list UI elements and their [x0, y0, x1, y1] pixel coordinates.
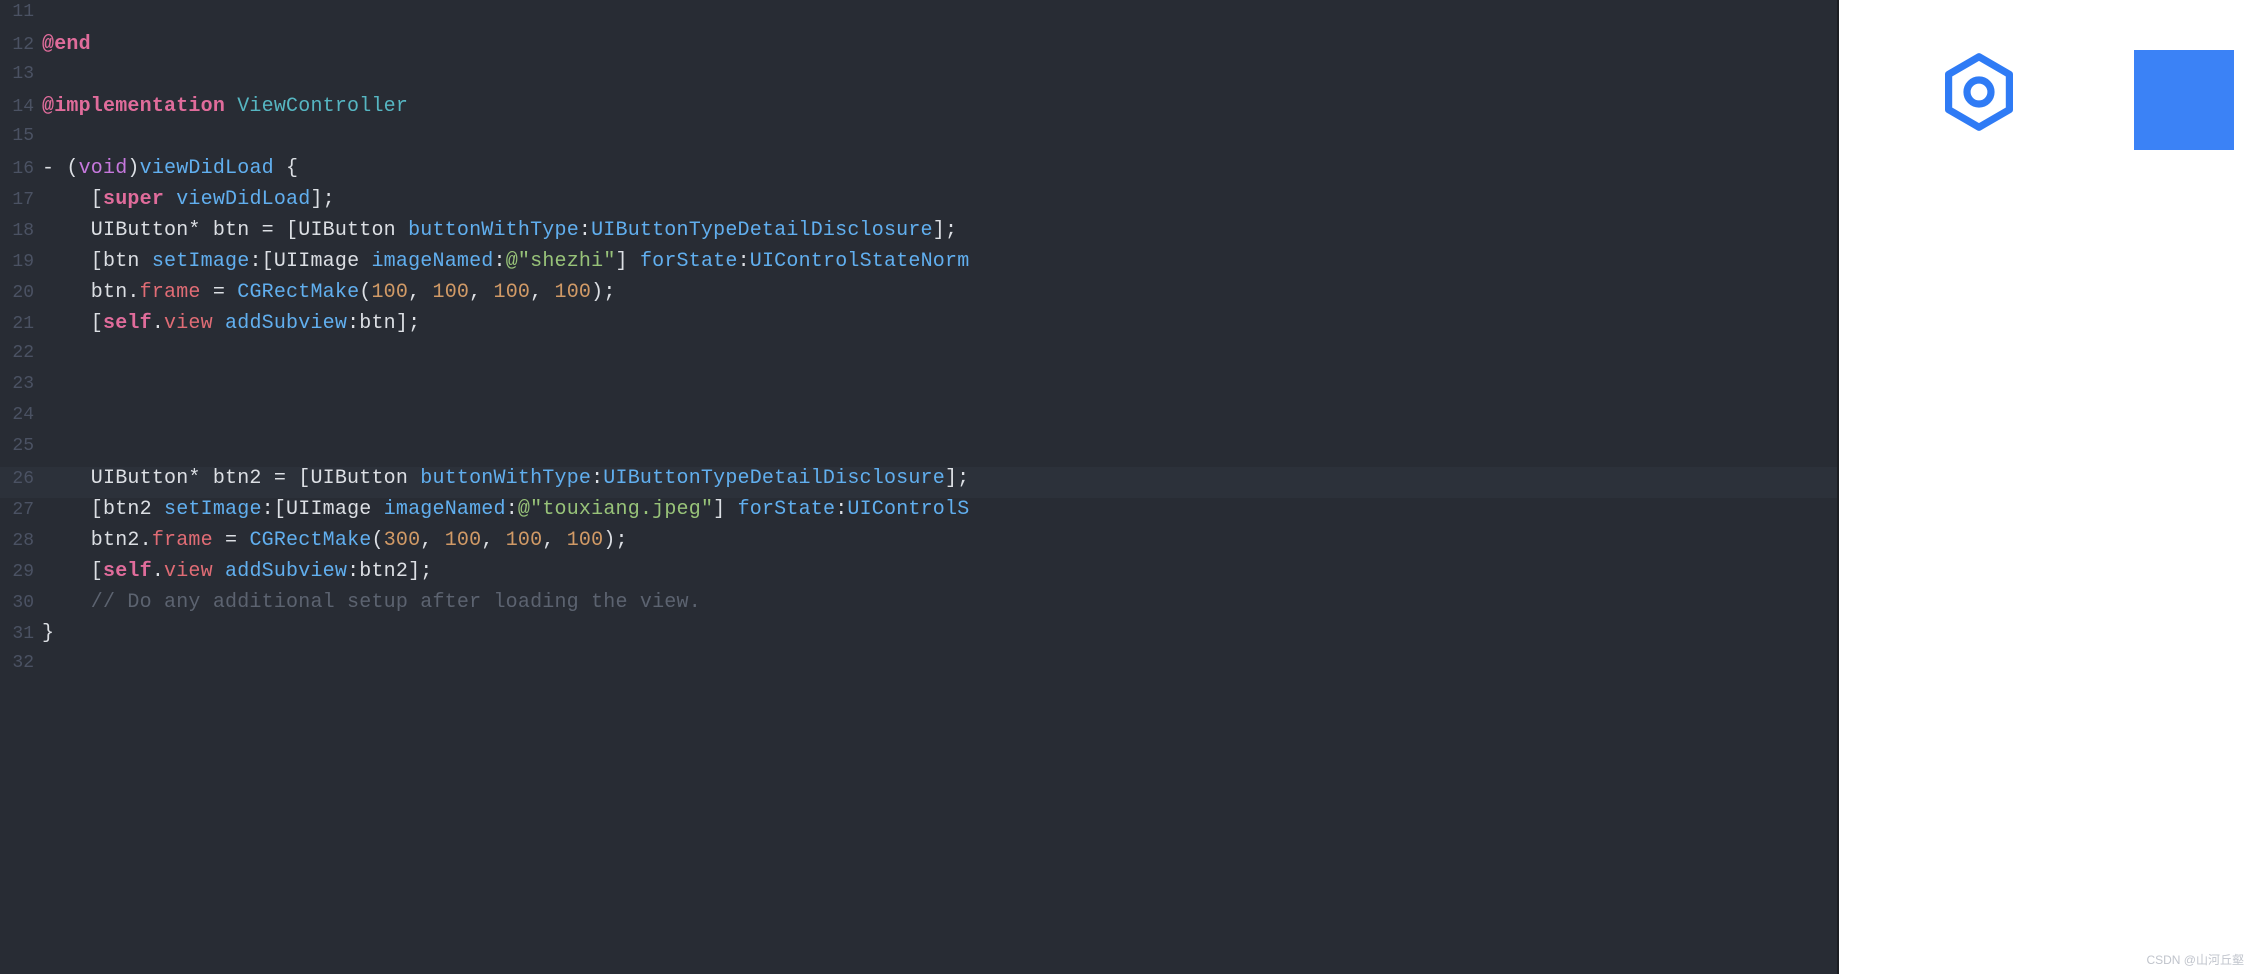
line-number: 17 [0, 190, 42, 210]
line-number: 21 [0, 314, 42, 334]
line-number: 15 [0, 126, 42, 146]
code-line[interactable]: 15 [0, 126, 1837, 157]
code-line[interactable]: 16- (void)viewDidLoad { [0, 157, 1837, 188]
simulator-button-touxiang[interactable] [2134, 50, 2234, 150]
code-content[interactable]: @end [42, 33, 91, 56]
code-line[interactable]: 17 [super viewDidLoad]; [0, 188, 1837, 219]
code-line[interactable]: 25 [0, 436, 1837, 467]
code-line[interactable]: 23 [0, 374, 1837, 405]
line-number: 24 [0, 405, 42, 425]
code-line[interactable]: 20 btn.frame = CGRectMake(100, 100, 100,… [0, 281, 1837, 312]
code-line[interactable]: 24 [0, 405, 1837, 436]
code-line[interactable]: 14@implementation ViewController [0, 95, 1837, 126]
line-number: 19 [0, 252, 42, 272]
code-content[interactable]: [btn setImage:[UIImage imageNamed:@"shez… [42, 250, 969, 273]
code-content[interactable]: // Do any additional setup after loading… [42, 591, 701, 614]
line-number: 28 [0, 531, 42, 551]
code-line[interactable]: 12@end [0, 33, 1837, 64]
code-content[interactable]: } [42, 622, 54, 645]
code-line[interactable]: 22 [0, 343, 1837, 374]
code-content[interactable]: - (void)viewDidLoad { [42, 157, 298, 180]
watermark-text: CSDN @山河丘壑 [2146, 951, 2244, 968]
line-number: 32 [0, 653, 42, 673]
line-number: 13 [0, 64, 42, 84]
ios-simulator-pane: CSDN @山河丘壑 [1837, 0, 2252, 974]
code-content[interactable]: [self.view addSubview:btn]; [42, 312, 420, 335]
code-content[interactable]: UIButton* btn = [UIButton buttonWithType… [42, 219, 957, 242]
line-number: 11 [0, 2, 42, 22]
code-content[interactable]: btn2.frame = CGRectMake(300, 100, 100, 1… [42, 529, 628, 552]
app-root: 11 12@end13 14@implementation ViewControll… [0, 0, 2252, 974]
code-area[interactable]: 11 12@end13 14@implementation ViewControll… [0, 0, 1837, 684]
code-line[interactable]: 29 [self.view addSubview:btn2]; [0, 560, 1837, 591]
code-line[interactable]: 26 UIButton* btn2 = [UIButton buttonWith… [0, 467, 1837, 498]
code-content[interactable]: btn.frame = CGRectMake(100, 100, 100, 10… [42, 281, 616, 304]
code-line[interactable]: 18 UIButton* btn = [UIButton buttonWithT… [0, 219, 1837, 250]
line-number: 20 [0, 283, 42, 303]
code-line[interactable]: 31} [0, 622, 1837, 653]
code-content[interactable]: UIButton* btn2 = [UIButton buttonWithTyp… [42, 467, 969, 490]
line-number: 27 [0, 500, 42, 520]
line-number: 25 [0, 436, 42, 456]
code-line[interactable]: 27 [btn2 setImage:[UIImage imageNamed:@"… [0, 498, 1837, 529]
line-number: 23 [0, 374, 42, 394]
code-line[interactable]: 21 [self.view addSubview:btn]; [0, 312, 1837, 343]
line-number: 26 [0, 469, 42, 489]
code-line[interactable]: 32 [0, 653, 1837, 684]
hex-gear-icon [1939, 52, 2019, 139]
code-line[interactable]: 19 [btn setImage:[UIImage imageNamed:@"s… [0, 250, 1837, 281]
code-line[interactable]: 11 [0, 2, 1837, 33]
line-number: 31 [0, 624, 42, 644]
simulator-button-shezhi[interactable] [1934, 50, 2024, 140]
line-number: 16 [0, 159, 42, 179]
line-number: 29 [0, 562, 42, 582]
line-number: 22 [0, 343, 42, 363]
code-editor-pane[interactable]: 11 12@end13 14@implementation ViewControll… [0, 0, 1837, 974]
line-number: 18 [0, 221, 42, 241]
code-line[interactable]: 30 // Do any additional setup after load… [0, 591, 1837, 622]
code-content[interactable]: @implementation ViewController [42, 95, 408, 118]
line-number: 14 [0, 97, 42, 117]
code-content[interactable]: [super viewDidLoad]; [42, 188, 335, 211]
simulator-view [1839, 0, 2252, 974]
line-number: 30 [0, 593, 42, 613]
line-number: 12 [0, 35, 42, 55]
code-content[interactable]: [btn2 setImage:[UIImage imageNamed:@"tou… [42, 498, 969, 521]
code-line[interactable]: 13 [0, 64, 1837, 95]
code-content[interactable]: [self.view addSubview:btn2]; [42, 560, 433, 583]
code-line[interactable]: 28 btn2.frame = CGRectMake(300, 100, 100… [0, 529, 1837, 560]
